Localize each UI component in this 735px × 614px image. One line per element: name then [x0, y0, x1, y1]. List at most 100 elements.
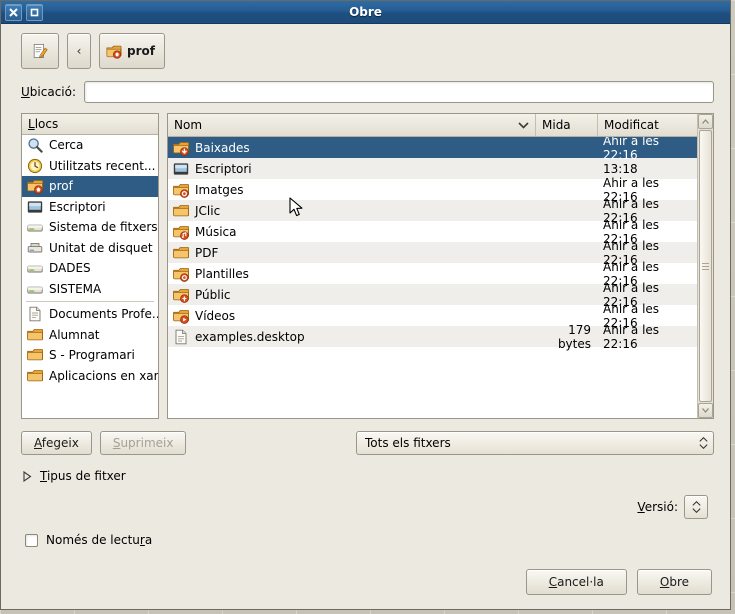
back-button[interactable]: ‹	[67, 33, 91, 69]
sidebar-item-prof[interactable]: prof	[22, 176, 158, 197]
title-bar: Obre	[1, 1, 730, 24]
type-filename-button[interactable]	[21, 33, 59, 69]
sidebar-item-label: SISTEMA	[49, 281, 102, 296]
chevron-down-icon	[518, 122, 529, 129]
file-type-expander[interactable]: Tipus de fitxer	[1, 455, 730, 483]
public-folder-icon	[173, 287, 189, 303]
sidebar-item-escriptori[interactable]: Escriptori	[22, 197, 158, 218]
drive-icon	[27, 219, 43, 235]
desktop-icon	[27, 199, 43, 215]
places-sidebar: Llocs Cerca Utilitzats recent... prof Escri…	[21, 113, 159, 419]
sidebar-item-label: S - Programari	[49, 348, 135, 363]
sidebar-item-label: prof	[49, 179, 73, 194]
sidebar-item-label: Alumnat	[49, 327, 100, 342]
column-header-name[interactable]: Nom	[168, 114, 535, 136]
file-modified: Ahir a les 22:16	[603, 137, 660, 162]
scrollbar-thumb[interactable]	[699, 130, 712, 402]
places-header: Llocs	[22, 114, 158, 135]
file-name: examples.desktop	[195, 329, 305, 344]
folder-icon	[27, 368, 43, 384]
version-row: Versió:	[1, 483, 730, 519]
path-toolbar: ‹ prof	[1, 23, 730, 69]
file-name: Escriptori	[195, 161, 252, 176]
scroll-down-icon[interactable]	[698, 403, 713, 418]
column-header-modified[interactable]: Modificat	[597, 114, 697, 136]
location-input[interactable]	[84, 81, 714, 103]
drive-icon	[27, 281, 43, 297]
file-name: Públic	[195, 287, 231, 302]
version-combo[interactable]	[684, 495, 708, 519]
scrollbar-grip-icon	[702, 262, 709, 270]
vertical-scrollbar[interactable]	[697, 114, 713, 418]
cancel-button[interactable]: Cancel·la	[525, 569, 627, 595]
maximize-icon[interactable]	[26, 3, 43, 21]
sidebar-item-label: Sistema de fitxers	[49, 220, 158, 235]
shortcut-and-filter-row: Afegeix Suprimeix Tots els fitxers	[1, 419, 730, 455]
window-title: Obre	[349, 5, 382, 19]
open-button[interactable]: Obre	[636, 569, 712, 595]
drive-icon	[27, 260, 43, 276]
breadcrumb-label: prof	[127, 44, 155, 58]
table-row[interactable]: Baixades Ahir a les 22:16	[168, 137, 697, 162]
dialog-actions: Cancel·la Obre	[1, 547, 730, 595]
sidebar-item-cerca[interactable]: Cerca	[22, 135, 158, 156]
edit-pencil-icon	[33, 44, 48, 59]
file-name: Plantilles	[195, 266, 249, 281]
folder-icon	[173, 245, 189, 261]
location-label: Ubicació:	[21, 85, 77, 99]
sidebar-item-documents-profe[interactable]: Documents Profe...	[22, 304, 158, 325]
updown-icon	[691, 501, 702, 513]
home-folder-icon	[27, 178, 43, 195]
file-size: 179 bytes	[557, 322, 591, 351]
readonly-checkbox[interactable]	[25, 533, 38, 547]
file-modified: 13:18	[603, 161, 638, 176]
recent-icon	[27, 158, 43, 174]
column-header-size[interactable]: Mida	[535, 114, 597, 136]
triangle-right-icon	[23, 470, 32, 482]
file-type-expander-label: Tipus de fitxer	[40, 469, 126, 483]
updown-icon	[698, 437, 709, 449]
sidebar-item-alumnat[interactable]: Alumnat	[22, 325, 158, 346]
readonly-label: Només de lectura	[46, 533, 153, 547]
file-name: PDF	[195, 245, 219, 260]
location-row: Ubicació:	[1, 69, 730, 103]
places-list: Cerca Utilitzats recent... prof Escriptori S…	[22, 135, 158, 418]
home-folder-icon	[106, 45, 122, 59]
remove-shortcut-button[interactable]: Suprimeix	[99, 431, 187, 455]
desktop-icon	[173, 161, 189, 177]
sidebar-item-dades[interactable]: DADES	[22, 258, 158, 279]
sidebar-item-unitat-de-disquet[interactable]: Unitat de disquet	[22, 238, 158, 259]
file-icon	[173, 329, 189, 345]
browser-panes: Llocs Cerca Utilitzats recent... prof Escri…	[1, 103, 730, 419]
sidebar-item-label: Documents Profe...	[49, 307, 158, 322]
file-name: Vídeos	[195, 308, 236, 323]
file-name: Baixades	[195, 140, 250, 155]
file-rows: Baixades Ahir a les 22:16 Escriptori 13:18 I…	[168, 137, 697, 418]
column-header-name-label: Nom	[174, 118, 203, 132]
sidebar-item-sistema[interactable]: SISTEMA	[22, 279, 158, 300]
templates-folder-icon	[173, 266, 189, 282]
download-folder-icon	[173, 140, 189, 156]
file-name: JClic	[195, 203, 221, 218]
sidebar-item-label: Unitat de disquet	[49, 240, 153, 255]
sidebar-item-aplicacions-en-xarxa[interactable]: Aplicacions en xarxa	[22, 366, 158, 387]
sidebar-item-utilitzats-recent[interactable]: Utilitzats recent...	[22, 156, 158, 177]
open-file-dialog: Obre ‹ prof Ubicació: L locs Cerca Utili…	[0, 0, 731, 610]
readonly-row: Només de lectura	[1, 519, 730, 547]
music-folder-icon	[173, 224, 189, 240]
folder-icon	[27, 327, 43, 343]
sidebar-item-s-programari[interactable]: S - Programari	[22, 345, 158, 366]
folder-icon	[173, 203, 189, 219]
sidebar-item-label: Escriptori	[49, 199, 106, 214]
file-filter-combo[interactable]: Tots els fitxers	[356, 431, 714, 455]
table-row[interactable]: examples.desktop 179 bytes Ahir a les 22:1…	[168, 323, 697, 351]
scroll-up-icon[interactable]	[698, 114, 713, 129]
add-shortcut-button[interactable]: Afegeix	[21, 431, 92, 455]
version-label: Versió:	[637, 500, 678, 514]
sidebar-item-sistema-de-fitxers[interactable]: Sistema de fitxers	[22, 217, 158, 238]
sidebar-item-label: Utilitzats recent...	[49, 158, 156, 173]
file-browser: Nom Mida Modificat Baixades Ahir a les 22…	[167, 113, 714, 419]
file-filter-value: Tots els fitxers	[365, 436, 451, 450]
close-icon[interactable]	[5, 3, 22, 21]
breadcrumb-prof-button[interactable]: prof	[99, 33, 165, 69]
